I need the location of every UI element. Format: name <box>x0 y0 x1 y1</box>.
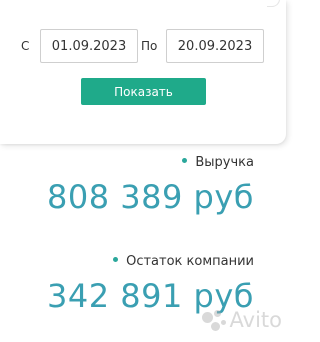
date-from-label: С <box>21 39 30 53</box>
date-to-label: По <box>141 39 158 53</box>
date-to-input[interactable] <box>166 29 264 63</box>
bullet-icon <box>182 158 188 163</box>
bullet-icon <box>113 257 119 262</box>
avito-logo-icon <box>201 310 228 332</box>
page: С По Показать Выручка 808 389 руб Остато… <box>0 0 292 342</box>
company-balance-label: Остаток компании <box>113 254 254 269</box>
revenue-label-text: Выручка <box>195 155 254 170</box>
date-from-input[interactable] <box>40 29 138 63</box>
revenue-label: Выручка <box>182 155 254 170</box>
show-button[interactable]: Показать <box>81 78 206 105</box>
revenue-value: 808 389 руб <box>47 178 254 216</box>
company-balance-label-text: Остаток компании <box>126 254 254 269</box>
avito-watermark: Avito <box>201 308 282 332</box>
avito-watermark-text: Avito <box>229 308 282 332</box>
date-filter-panel: С По Показать <box>0 0 286 144</box>
